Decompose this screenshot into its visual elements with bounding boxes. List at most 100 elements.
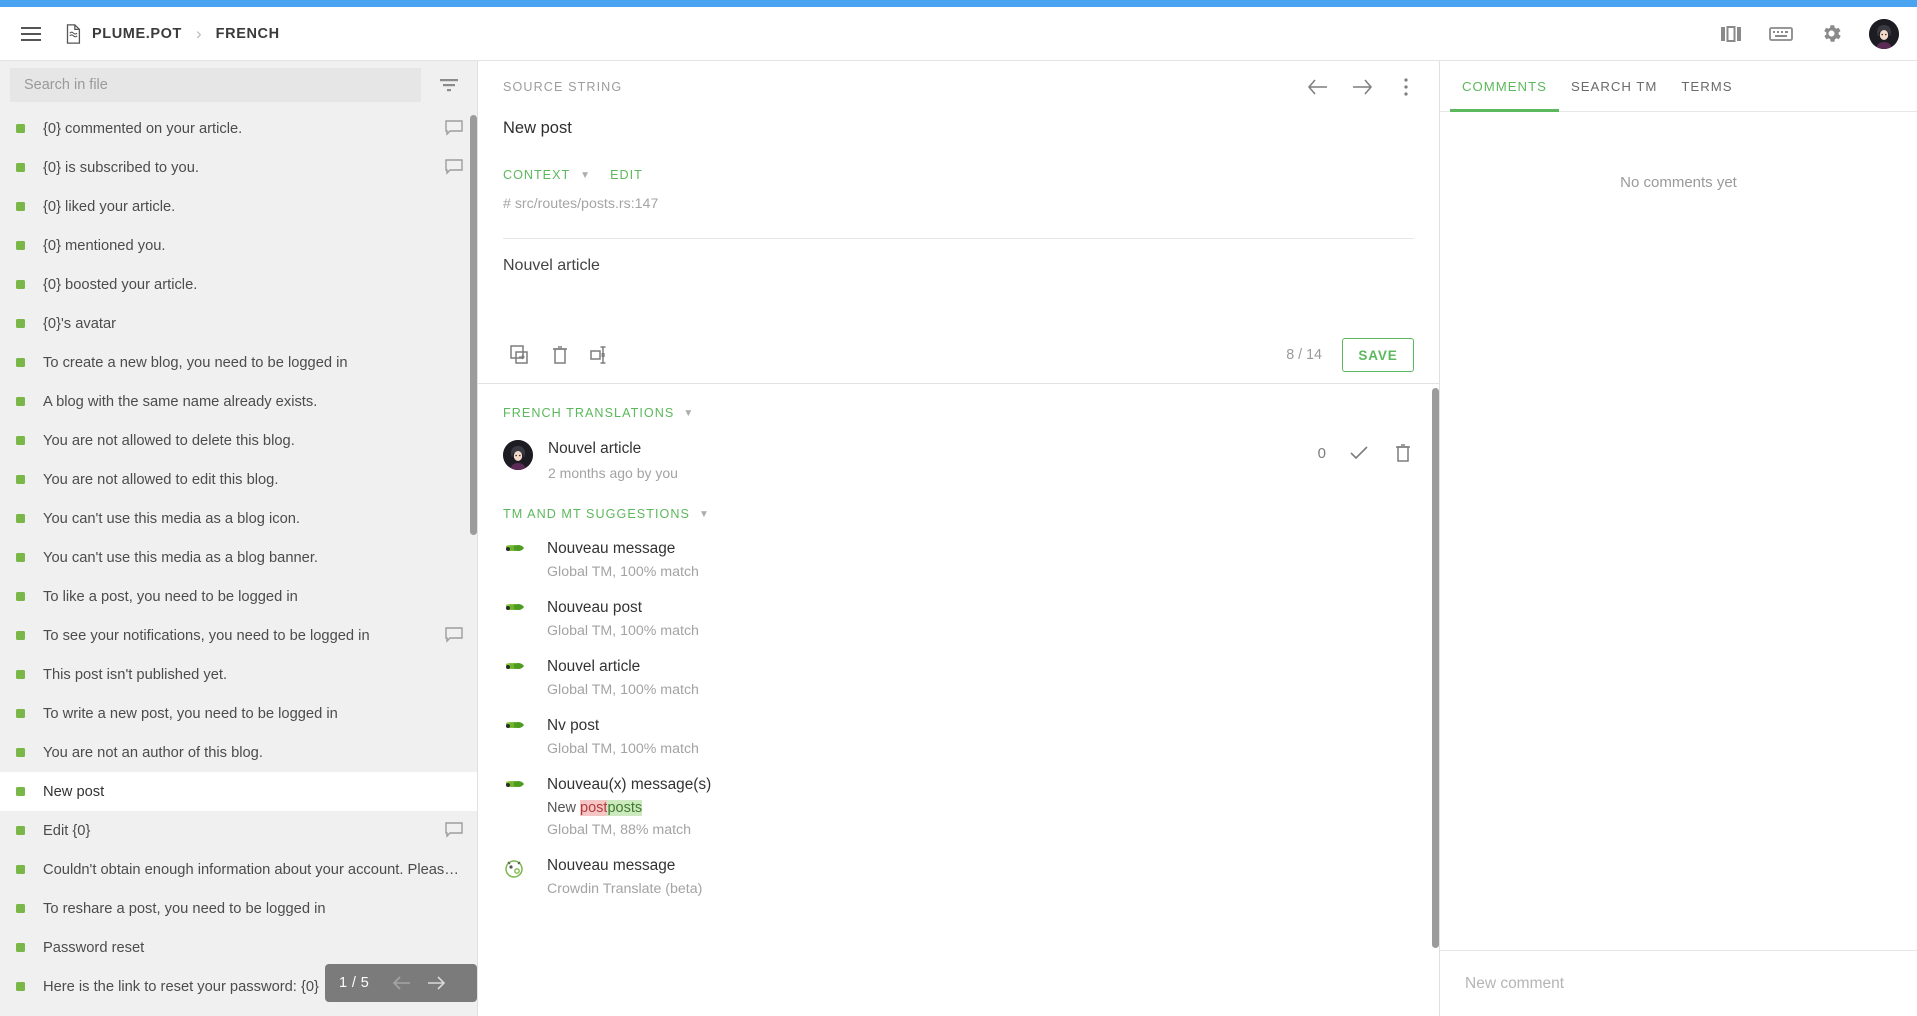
tab-search-tm[interactable]: SEARCH TM [1559, 61, 1669, 111]
french-translations-title[interactable]: FRENCH TRANSLATIONS [503, 406, 674, 420]
filter-icon[interactable] [421, 65, 477, 105]
search-input[interactable] [10, 68, 421, 102]
comment-bubble-icon[interactable] [445, 119, 463, 138]
suggestion-row[interactable]: Nouveau(x) message(s) New postposts Global… [478, 757, 1439, 838]
suggestion-row[interactable]: Nouveau message Global TM, 100% match [478, 521, 1439, 580]
suggestion-row[interactable]: Nouveau post Global TM, 100% match [478, 580, 1439, 639]
string-row-selected[interactable]: New post [0, 772, 477, 811]
suggestion-content: Nouvel article Global TM, 100% match [547, 658, 699, 698]
string-row-label: {0} mentioned you. [43, 237, 166, 254]
string-row[interactable]: To reshare a post, you need to be logged… [0, 889, 477, 928]
suggestion-row[interactable]: Nouvel article Global TM, 100% match [478, 639, 1439, 698]
chevron-down-icon[interactable]: ▼ [683, 408, 693, 419]
string-row[interactable]: To create a new blog, you need to be log… [0, 343, 477, 382]
tab-comments[interactable]: COMMENTS [1450, 61, 1559, 112]
gear-icon[interactable] [1819, 22, 1843, 46]
string-row-label: You are not allowed to delete this blog. [43, 432, 295, 449]
suggestion-text: Nv post [547, 717, 600, 735]
more-vertical-icon[interactable] [1391, 72, 1421, 102]
sidebar-scrollbar-thumb[interactable] [470, 115, 477, 535]
string-row-label: {0} commented on your article. [43, 120, 243, 137]
string-row[interactable]: A blog with the same name already exists… [0, 382, 477, 421]
string-row[interactable]: {0} mentioned you. [0, 226, 477, 265]
context-label[interactable]: CONTEXT [503, 168, 570, 182]
search-row [0, 61, 477, 109]
string-row[interactable]: To write a new post, you need to be logg… [0, 694, 477, 733]
status-dot [16, 982, 25, 991]
tab-terms[interactable]: TERMS [1669, 61, 1744, 111]
insert-tag-icon[interactable] [583, 338, 617, 372]
status-dot [16, 124, 25, 133]
string-row[interactable]: You are not an author of this blog. [0, 733, 477, 772]
layout-columns-icon[interactable] [1719, 22, 1743, 46]
french-translations-list: Nouvel article 2 months ago by you 0 [478, 420, 1439, 481]
string-row-label: {0}'s avatar [43, 315, 117, 332]
translation-input[interactable]: Nouvel article [503, 257, 1414, 327]
string-row[interactable]: Couldn't obtain enough information about… [0, 850, 477, 889]
string-row[interactable]: {0} commented on your article. [0, 109, 477, 148]
string-row[interactable]: Password reset [0, 928, 477, 967]
string-row[interactable]: Edit {0} [0, 811, 477, 850]
edit-context-button[interactable]: EDIT [610, 168, 643, 182]
keyboard-icon[interactable] [1769, 22, 1793, 46]
string-row[interactable]: To like a post, you need to be logged in [0, 577, 477, 616]
source-header-actions [1303, 72, 1421, 102]
crowdin-tm-icon [503, 660, 525, 682]
arrow-right-icon[interactable] [419, 966, 453, 1000]
save-button[interactable]: SAVE [1342, 338, 1414, 373]
suggestion-text: Nouvel article [547, 658, 641, 676]
string-row-label: New post [43, 783, 105, 800]
check-icon[interactable] [1348, 442, 1370, 464]
string-row[interactable]: {0}'s avatar [0, 304, 477, 343]
suggestion-row[interactable]: Nv post Global TM, 100% match [478, 698, 1439, 757]
suggestions-scroll-area[interactable]: FRENCH TRANSLATIONS ▼ Nouvel article 2 mo… [478, 384, 1439, 1016]
translation-input-area[interactable]: Nouvel article [478, 239, 1439, 327]
chevron-down-icon[interactable]: ▼ [699, 509, 709, 520]
string-row[interactable]: To see your notifications, you need to b… [0, 616, 477, 655]
suggestion-text: Nouveau post [547, 599, 642, 617]
new-comment-input[interactable] [1465, 974, 1892, 993]
arrow-left-icon[interactable] [1303, 72, 1333, 102]
main-body: {0} commented on your article. {0} is sub… [0, 61, 1917, 1016]
breadcrumb-language[interactable]: FRENCH [216, 26, 280, 42]
status-dot [16, 163, 25, 172]
string-row-label: Password reset [43, 939, 145, 956]
arrow-left-icon[interactable] [385, 966, 419, 1000]
tm-suggestions-title[interactable]: TM AND MT SUGGESTIONS [503, 507, 690, 521]
string-row-label: You are not an author of this blog. [43, 744, 263, 761]
suggestion-content: Nouveau message Global TM, 100% match [547, 540, 699, 580]
breadcrumb-separator: › [196, 23, 202, 43]
string-row[interactable]: This post isn't published yet. [0, 655, 477, 694]
status-dot [16, 475, 25, 484]
string-row[interactable]: You are not allowed to delete this blog. [0, 421, 477, 460]
string-row[interactable]: {0} liked your article. [0, 187, 477, 226]
clear-translation-icon[interactable] [543, 338, 577, 372]
status-dot [16, 358, 25, 367]
chevron-down-icon[interactable]: ▼ [580, 170, 590, 181]
copy-source-icon[interactable] [503, 338, 537, 372]
string-row-label: To write a new post, you need to be logg… [43, 705, 338, 722]
suggestion-meta: Global TM, 100% match [547, 623, 699, 640]
comment-bubble-icon[interactable] [445, 626, 463, 645]
sidebar-scrollbar[interactable] [470, 109, 477, 1016]
comment-bubble-icon[interactable] [445, 158, 463, 177]
hamburger-menu-icon[interactable] [14, 17, 48, 51]
string-row[interactable]: You can't use this media as a blog banne… [0, 538, 477, 577]
strings-list[interactable]: {0} commented on your article. {0} is sub… [0, 109, 477, 1016]
string-row[interactable]: {0} is subscribed to you. [0, 148, 477, 187]
arrow-right-icon[interactable] [1347, 72, 1377, 102]
string-row[interactable]: You are not allowed to edit this blog. [0, 460, 477, 499]
breadcrumb-project[interactable]: PLUME.POT [92, 26, 182, 42]
string-row[interactable]: You can't use this media as a blog icon. [0, 499, 477, 538]
suggestion-row[interactable]: Nouveau message Crowdin Translate (beta) [478, 838, 1439, 897]
diff-inserted: posts [607, 800, 643, 817]
status-dot [16, 592, 25, 601]
avatar[interactable] [1869, 18, 1899, 49]
string-row[interactable]: {0} boosted your article. [0, 265, 477, 304]
suggestions-scrollbar-thumb[interactable] [1432, 388, 1439, 949]
suggestions-scrollbar[interactable] [1432, 384, 1439, 1016]
suggestion-content: Nouveau message Crowdin Translate (beta) [547, 857, 702, 897]
trash-icon[interactable] [1392, 442, 1414, 464]
comment-bubble-icon[interactable] [445, 821, 463, 840]
translation-row[interactable]: Nouvel article 2 months ago by you 0 [478, 420, 1439, 481]
